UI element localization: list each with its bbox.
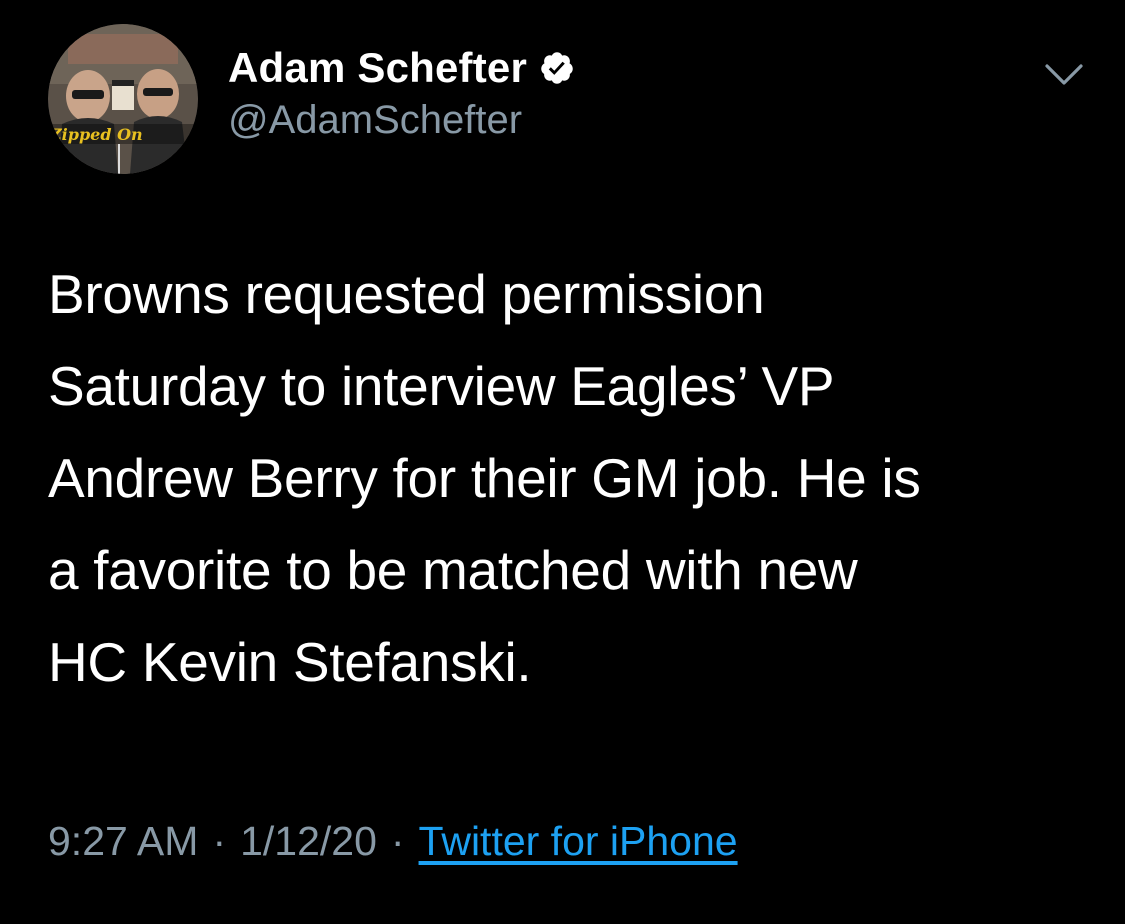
verified-badge-icon: [539, 50, 575, 86]
chevron-down-icon[interactable]: [1044, 60, 1084, 90]
tweet-card: Zipped On Adam Schefter @AdamSchefter Br…: [0, 0, 1125, 924]
author-name-row[interactable]: Adam Schefter: [228, 42, 575, 94]
avatar[interactable]: Zipped On: [48, 24, 198, 174]
tweet-source-link[interactable]: Twitter for iPhone: [419, 818, 738, 865]
meta-separator: ·: [390, 818, 405, 864]
tweet-date: 1/12/20: [240, 818, 377, 864]
tweet-time: 9:27 AM: [48, 818, 199, 864]
tweet-text: Browns requested permission Saturday to …: [48, 263, 921, 693]
tweet-metadata: 9:27 AM · 1/12/20 · Twitter for iPhone: [48, 818, 738, 865]
profile-photo-icon: Zipped On: [48, 24, 198, 174]
author-handle[interactable]: @AdamSchefter: [228, 98, 522, 143]
meta-separator: ·: [212, 818, 227, 864]
svg-text:Zipped On: Zipped On: [49, 125, 143, 144]
author-display-name[interactable]: Adam Schefter: [228, 44, 527, 92]
